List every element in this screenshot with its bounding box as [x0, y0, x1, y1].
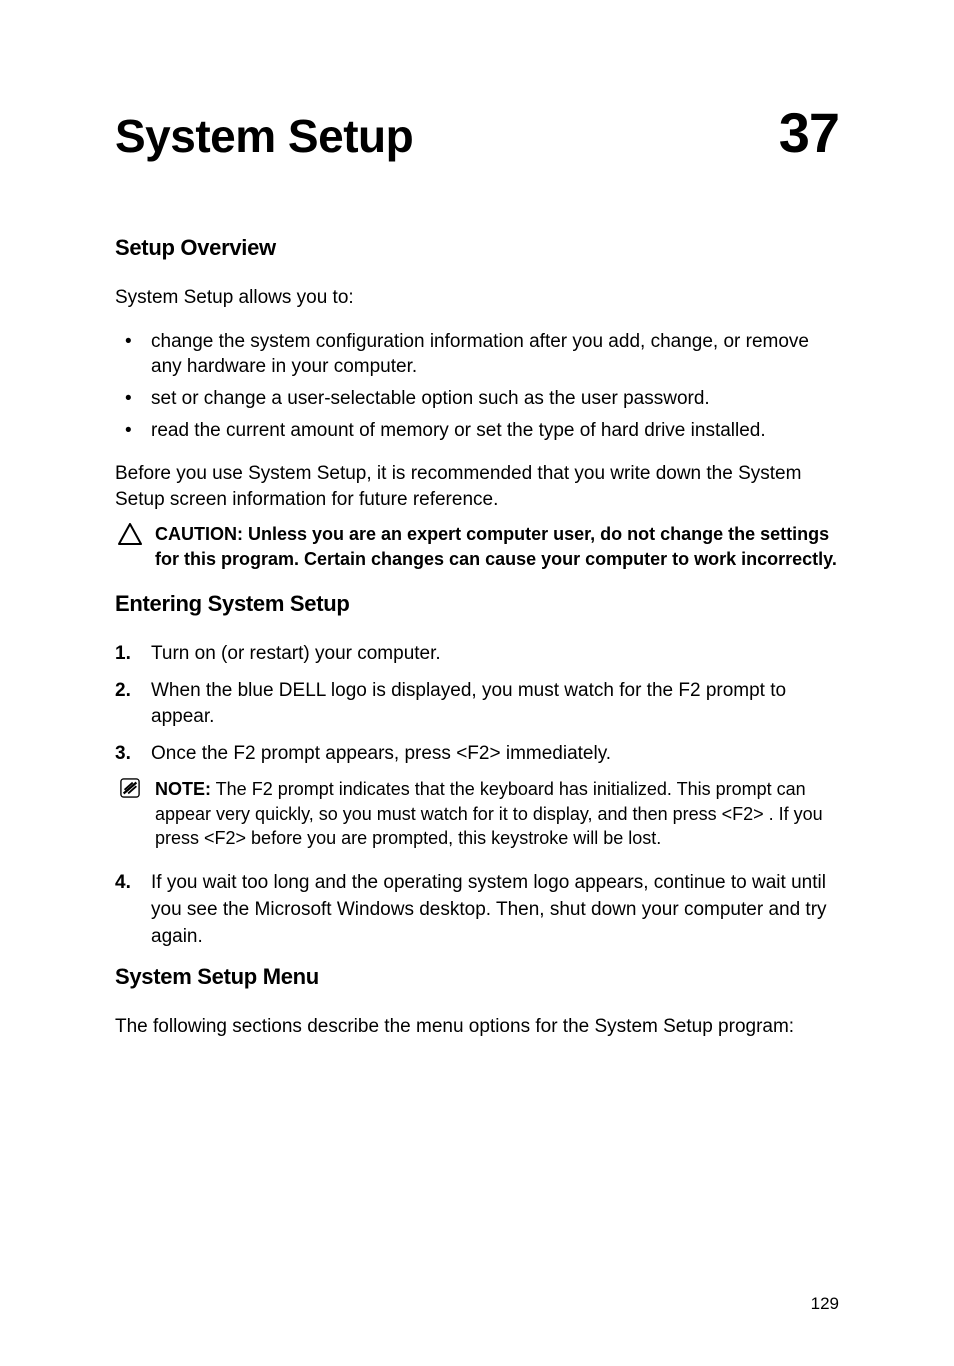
- chapter-number: 37: [779, 100, 839, 165]
- list-item: Once the F2 prompt appears, press <F2> i…: [151, 741, 839, 768]
- overview-after-text: Before you use System Setup, it is recom…: [115, 461, 839, 512]
- chapter-header: System Setup 37: [115, 100, 839, 165]
- chapter-title: System Setup: [115, 109, 413, 163]
- list-item: When the blue DELL logo is displayed, yo…: [151, 678, 839, 731]
- note-body: The F2 prompt indicates that the keyboar…: [155, 779, 823, 848]
- list-item: read the current amount of memory or set…: [151, 418, 839, 444]
- overview-bullet-list: change the system configuration informat…: [115, 329, 839, 444]
- page-number: 129: [811, 1294, 839, 1314]
- caution-text: CAUTION: Unless you are an expert comput…: [155, 522, 839, 571]
- note-callout: NOTE: The F2 prompt indicates that the k…: [115, 777, 839, 850]
- list-item: set or change a user-selectable option s…: [151, 386, 839, 412]
- list-item: change the system configuration informat…: [151, 329, 839, 380]
- entering-steps-list-1: Turn on (or restart) your computer. When…: [115, 641, 839, 767]
- overview-intro: System Setup allows you to:: [115, 285, 839, 311]
- section-heading-entering: Entering System Setup: [115, 591, 839, 617]
- section-heading-menu: System Setup Menu: [115, 964, 839, 990]
- menu-intro: The following sections describe the menu…: [115, 1014, 839, 1040]
- section-heading-overview: Setup Overview: [115, 235, 839, 261]
- note-lead: NOTE:: [155, 779, 211, 799]
- note-icon: [115, 778, 145, 804]
- list-item: Turn on (or restart) your computer.: [151, 641, 839, 668]
- caution-callout: CAUTION: Unless you are an expert comput…: [115, 522, 839, 571]
- document-page: System Setup 37 Setup Overview System Se…: [0, 0, 954, 1366]
- note-text: NOTE: The F2 prompt indicates that the k…: [155, 777, 839, 850]
- caution-icon: [115, 523, 145, 549]
- entering-steps-list-2: If you wait too long and the operating s…: [115, 870, 839, 950]
- list-item: If you wait too long and the operating s…: [151, 870, 839, 950]
